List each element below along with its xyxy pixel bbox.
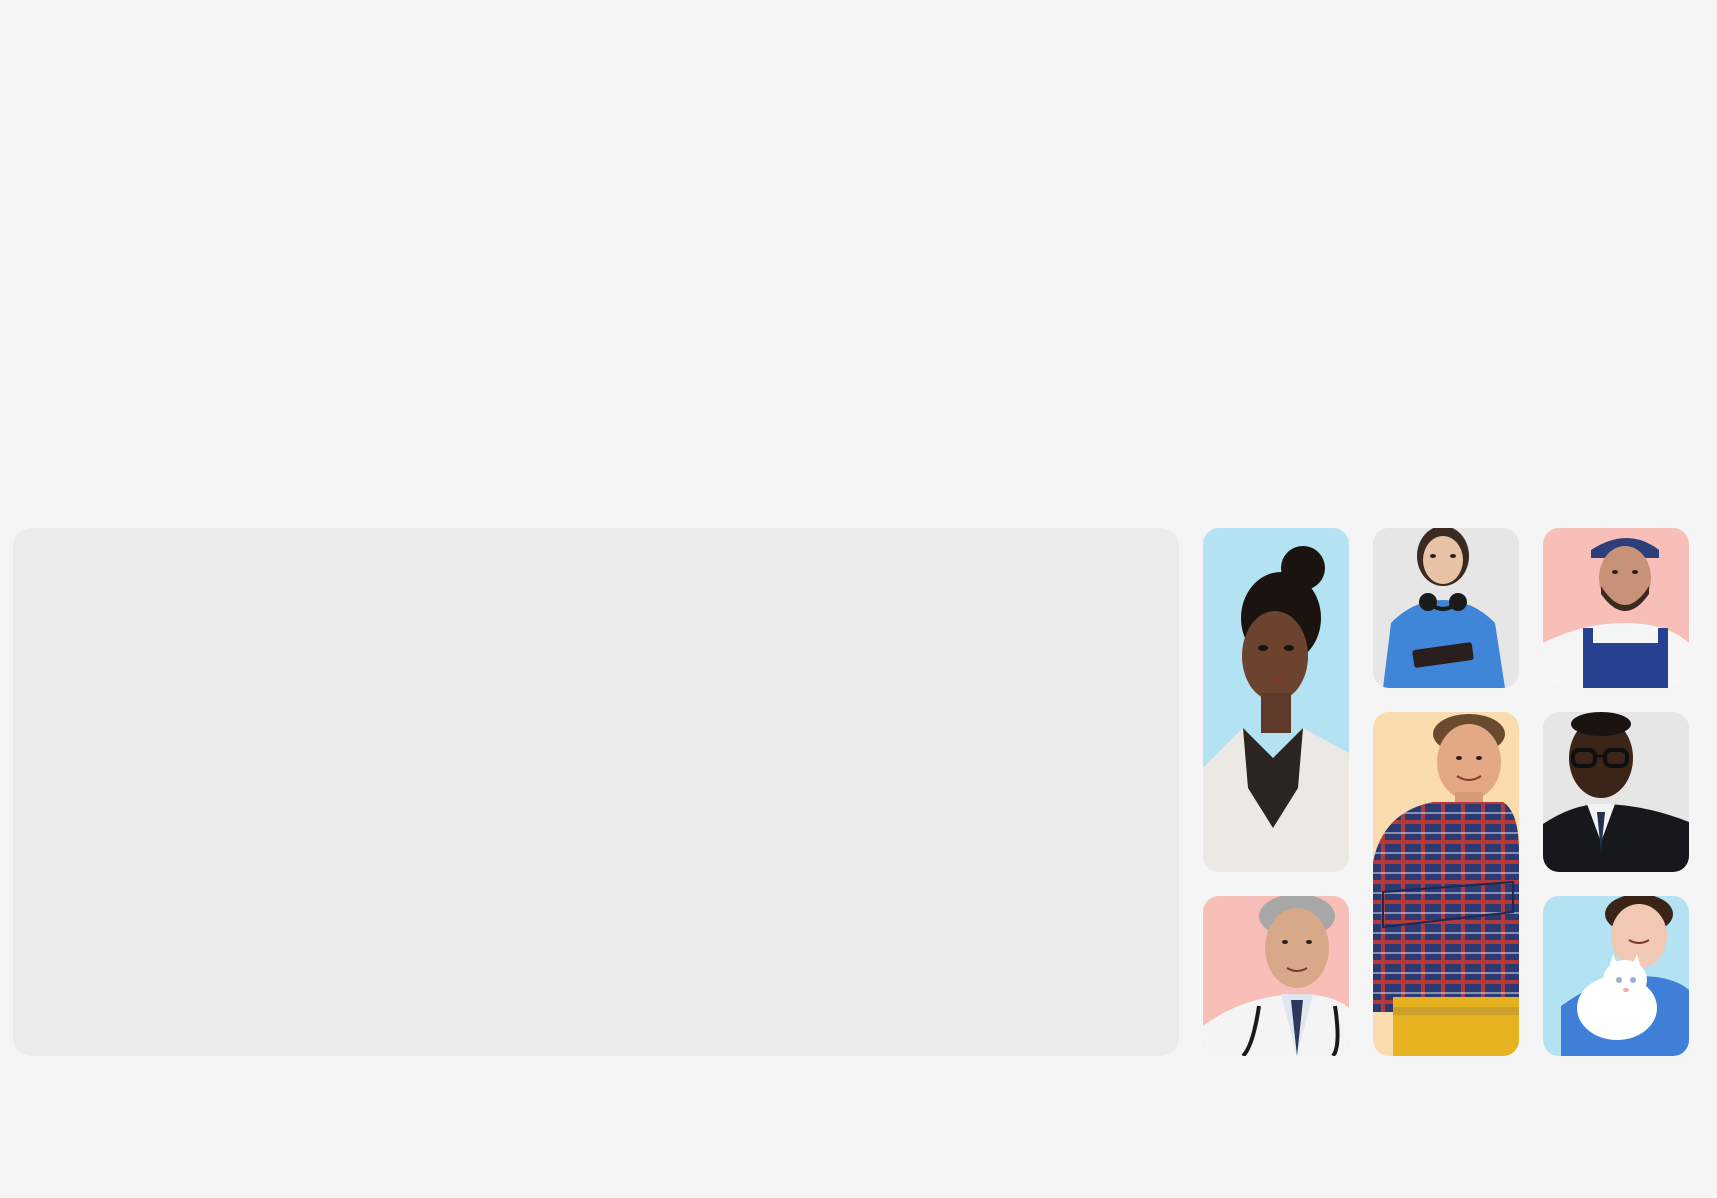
portrait-man-overalls-image [1543,528,1689,688]
portrait-man-glasses [1543,712,1689,872]
portrait-doctor-image [1203,896,1349,1056]
portrait-woman-cat [1543,896,1689,1056]
portrait-woman-blazer-image [1203,528,1349,872]
portrait-woman-headphones [1373,528,1519,688]
portrait-doctor [1203,896,1349,1056]
portrait-woman-headphones-image [1373,528,1519,688]
portrait-man-plaid [1373,712,1519,1056]
hero-panel [13,528,1179,1056]
portrait-man-plaid-image [1373,712,1519,1056]
portrait-man-glasses-image [1543,712,1689,872]
portrait-man-overalls [1543,528,1689,688]
portrait-woman-blazer [1203,528,1349,872]
portrait-woman-cat-image [1543,896,1689,1056]
